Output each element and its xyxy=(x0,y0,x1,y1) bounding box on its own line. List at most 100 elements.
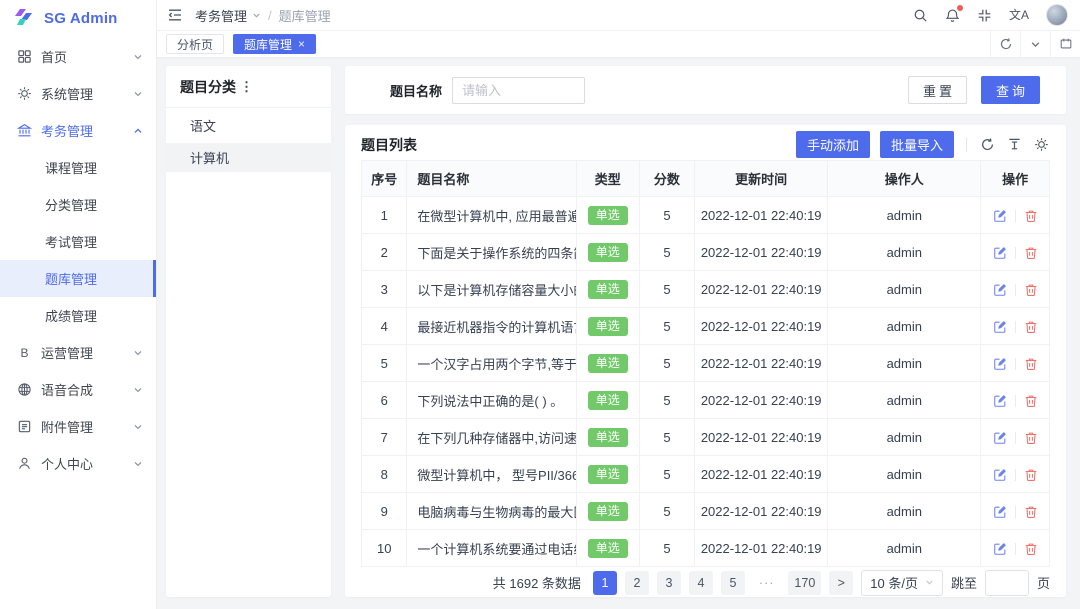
app-window: SG Admin 首页 系统管理 考务管理 课程管理 分类管理 考试管理 题库管… xyxy=(0,0,1080,609)
edit-icon[interactable] xyxy=(993,468,1007,482)
chevron-up-icon xyxy=(133,126,143,136)
total-count: 共 1692 条数据 xyxy=(492,576,581,591)
question-name-input[interactable] xyxy=(452,76,586,104)
table-row: 8 微型计算机中， 型号PII/366/1... 单选 5 2022-12-01… xyxy=(360,455,1050,493)
delete-icon[interactable] xyxy=(1024,357,1038,371)
bank-icon xyxy=(17,123,32,138)
bell-icon[interactable] xyxy=(945,4,963,23)
delete-icon[interactable] xyxy=(1024,431,1038,445)
query-button[interactable]: 查询 xyxy=(980,76,1040,104)
sidebar-item-system[interactable]: 系统管理 xyxy=(0,75,156,112)
manual-add-button[interactable]: 手动添加 xyxy=(795,131,870,158)
sidebar-item-label: 考务管理 xyxy=(41,124,94,139)
compress-icon[interactable] xyxy=(977,8,992,23)
tab-label: 题库管理 xyxy=(244,37,293,52)
sidebar-item-score-mgmt[interactable]: 成绩管理 xyxy=(0,297,156,334)
action-divider xyxy=(1014,283,1016,296)
sidebar-item-label: 考试管理 xyxy=(45,235,98,250)
page-button-4[interactable]: 4 xyxy=(688,570,713,595)
batch-import-button[interactable]: 批量导入 xyxy=(879,131,954,158)
row-score: 5 xyxy=(638,381,695,419)
edit-icon[interactable] xyxy=(993,246,1007,260)
edit-icon[interactable] xyxy=(993,209,1007,223)
table-row: 5 一个汉字占用两个字节,等于( )... 单选 5 2022-12-01 22… xyxy=(360,344,1050,382)
chevron-down-icon[interactable] xyxy=(1020,31,1050,57)
search-field-label: 题目名称 xyxy=(390,83,443,99)
next-page-button[interactable]: > xyxy=(829,570,854,595)
type-badge: 单选 xyxy=(587,242,628,262)
delete-icon[interactable] xyxy=(1024,468,1038,482)
delete-icon[interactable] xyxy=(1024,320,1038,334)
delete-icon[interactable] xyxy=(1024,394,1038,408)
page-button-3[interactable]: 3 xyxy=(656,570,681,595)
sidebar-item-speech[interactable]: 语音合成 xyxy=(0,371,156,408)
category-item-computer[interactable]: 计算机 xyxy=(166,143,331,172)
sidebar-item-personal[interactable]: 个人中心 xyxy=(0,445,156,482)
edit-icon[interactable] xyxy=(993,283,1007,297)
search-icon[interactable] xyxy=(913,8,928,23)
question-name: 一个汉字占用两个字节,等于( )... xyxy=(406,344,577,382)
sidebar-item-question-bank[interactable]: 题库管理 xyxy=(0,260,156,297)
chevron-down-icon xyxy=(133,385,143,395)
type-badge: 单选 xyxy=(587,279,628,299)
sidebar-item-attachment[interactable]: 附件管理 xyxy=(0,408,156,445)
sidebar-item-category-mgmt[interactable]: 分类管理 xyxy=(0,186,156,223)
sidebar-item-exam-mgmt[interactable]: 考试管理 xyxy=(0,223,156,260)
topbar-actions: 文A xyxy=(913,4,1068,26)
edit-icon[interactable] xyxy=(993,505,1007,519)
tab-analysis[interactable]: 分析页 xyxy=(166,34,225,54)
row-no: 2 xyxy=(360,233,408,271)
topbar: 考务管理 / 题库管理 文A xyxy=(157,0,1080,30)
menu-fold-icon[interactable] xyxy=(167,7,183,23)
edit-icon[interactable] xyxy=(993,431,1007,445)
table-body: 1 在微型计算机中, 应用最普遍的... 单选 5 2022-12-01 22:… xyxy=(360,196,1050,567)
page-button-1[interactable]: 1 xyxy=(592,570,617,595)
avatar[interactable] xyxy=(1046,4,1068,26)
row-operator: admin xyxy=(827,492,982,530)
category-item-chinese[interactable]: 语文 xyxy=(166,111,331,140)
page-button-5[interactable]: 5 xyxy=(720,570,745,595)
jump-page-input[interactable] xyxy=(984,569,1029,596)
sidebar-item-label: 系统管理 xyxy=(41,87,94,102)
column-settings-gear-icon[interactable] xyxy=(1033,137,1050,152)
col-header-score: 分数 xyxy=(638,160,695,197)
fullscreen-content-icon[interactable] xyxy=(1050,31,1080,57)
more-vertical-icon[interactable]: ⋮ xyxy=(240,79,253,95)
page-size-select[interactable]: 10 条/页 xyxy=(861,569,943,596)
question-table: 序号 题目名称 类型 分数 更新时间 操作人 操作 1 在微型计算机中, 应用最… xyxy=(360,160,1050,567)
row-operator: admin xyxy=(827,529,982,567)
tab-question-bank[interactable]: 题库管理 × xyxy=(233,34,317,54)
tab-close-icon[interactable]: × xyxy=(298,38,305,50)
breadcrumb: 考务管理 / 题库管理 xyxy=(195,6,331,25)
sidebar-item-operation[interactable]: B 运营管理 xyxy=(0,334,156,371)
row-updated: 2022-12-01 22:40:19 xyxy=(693,344,829,382)
row-score: 5 xyxy=(638,418,695,456)
breadcrumb-parent[interactable]: 考务管理 xyxy=(195,6,247,25)
delete-icon[interactable] xyxy=(1024,542,1038,556)
translate-icon[interactable]: 文A xyxy=(1009,9,1029,21)
delete-icon[interactable] xyxy=(1024,246,1038,260)
edit-icon[interactable] xyxy=(993,542,1007,556)
sidebar-item-exam[interactable]: 考务管理 xyxy=(0,112,156,149)
action-divider xyxy=(1014,394,1016,407)
delete-icon[interactable] xyxy=(1024,283,1038,297)
row-updated: 2022-12-01 22:40:19 xyxy=(693,418,829,456)
sidebar-item-home[interactable]: 首页 xyxy=(0,38,156,75)
table-row: 9 电脑病毒与生物病毒的最大区... 单选 5 2022-12-01 22:40… xyxy=(360,492,1050,530)
edit-icon[interactable] xyxy=(993,394,1007,408)
category-panel-header: 题目分类 ⋮ xyxy=(166,66,331,108)
delete-icon[interactable] xyxy=(1024,505,1038,519)
edit-icon[interactable] xyxy=(993,320,1007,334)
density-icon[interactable] xyxy=(1006,137,1023,152)
edit-icon[interactable] xyxy=(993,357,1007,371)
col-header-type: 类型 xyxy=(575,160,640,197)
app-logo[interactable]: SG Admin xyxy=(0,2,156,34)
reset-button[interactable]: 重置 xyxy=(907,76,967,104)
refresh-icon[interactable] xyxy=(979,137,996,152)
sidebar-item-label: 首页 xyxy=(41,50,68,65)
page-button-2[interactable]: 2 xyxy=(624,570,649,595)
page-button-last[interactable]: 170 xyxy=(788,570,822,595)
sidebar-item-course-mgmt[interactable]: 课程管理 xyxy=(0,149,156,186)
delete-icon[interactable] xyxy=(1024,209,1038,223)
refresh-icon[interactable] xyxy=(990,31,1020,57)
